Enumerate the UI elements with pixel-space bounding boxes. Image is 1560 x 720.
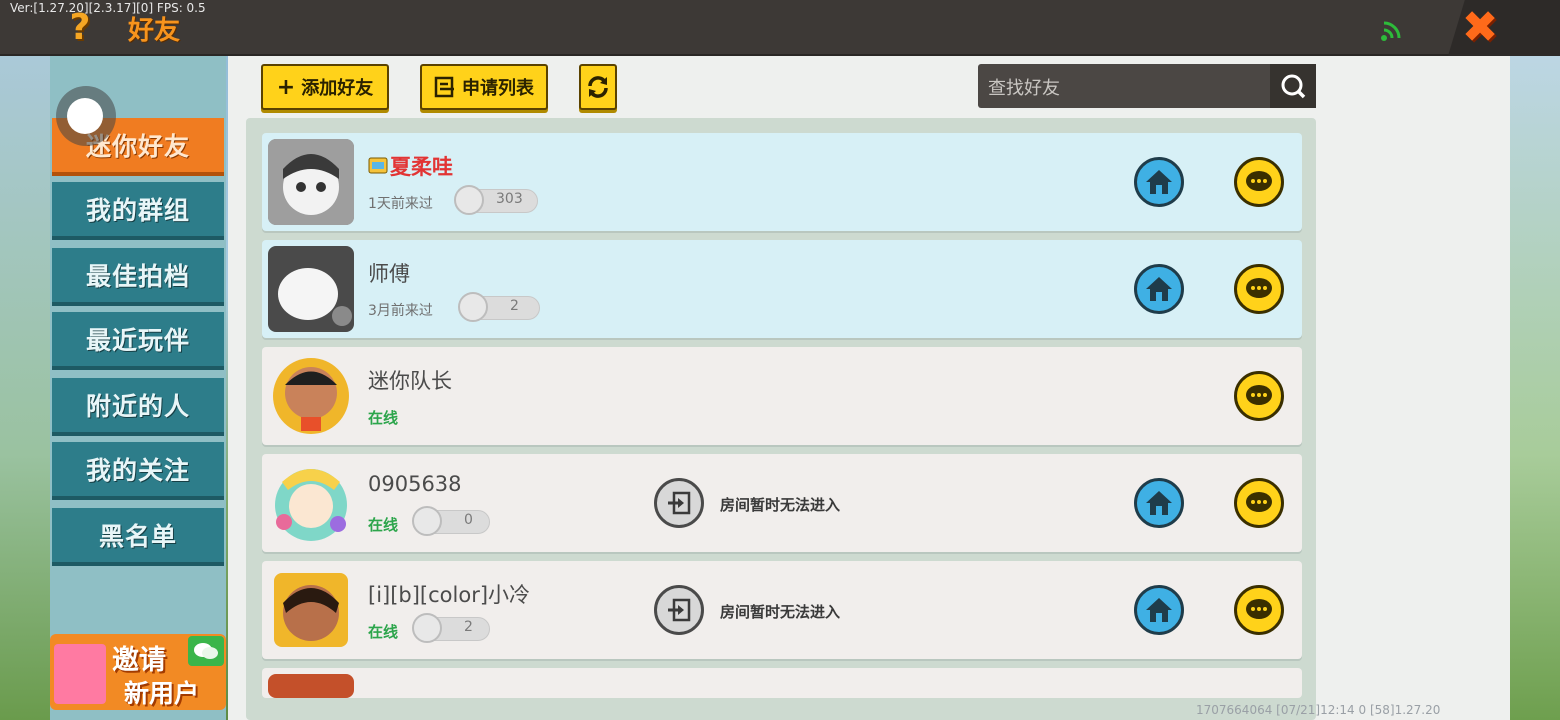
home-button[interactable] <box>1134 585 1184 635</box>
skull-badge-icon <box>454 185 484 215</box>
search-icon[interactable] <box>1270 64 1316 108</box>
sidebar-item-best-partners[interactable]: 最佳拍档 <box>52 248 224 306</box>
friend-name: 迷你队长 <box>368 369 452 393</box>
enter-room-button[interactable] <box>654 478 704 528</box>
page-title: 好友 <box>128 16 181 46</box>
gem-badge-icon <box>412 613 442 643</box>
room-status: 房间暂时无法进入 <box>720 603 841 621</box>
avatar[interactable] <box>268 460 354 546</box>
friend-row[interactable]: 师傅 3月前来过 2 <box>262 240 1302 338</box>
vip-badge-icon <box>368 157 388 174</box>
chat-icon <box>1246 171 1272 191</box>
friend-name: 师傅 <box>368 262 410 286</box>
gift-icon <box>54 644 106 704</box>
home-icon <box>1146 598 1172 622</box>
friend-row[interactable]: 迷你队长 在线 <box>262 347 1302 445</box>
top-bar: Ver:[1.27.20][2.3.17][0] FPS: 0.5 ? 好友 ✖ <box>0 0 1560 56</box>
sidebar-item-my-groups[interactable]: 我的群组 <box>52 182 224 240</box>
add-friend-button[interactable]: + 添加好友 <box>261 64 389 110</box>
refresh-button[interactable] <box>579 64 617 110</box>
chat-icon <box>1246 599 1272 619</box>
home-button[interactable] <box>1134 157 1184 207</box>
request-list-label: 申请列表 <box>462 78 534 99</box>
chat-button[interactable] <box>1234 264 1284 314</box>
count-value: 303 <box>496 191 523 207</box>
search-input[interactable]: 查找好友 <box>978 64 1316 108</box>
invite-label-line1: 邀请 <box>112 645 166 676</box>
friend-row[interactable]: [i][b][color]小冷 在线 2 房间暂时无法进入 <box>262 561 1302 659</box>
friend-row[interactable]: 0905638 在线 0 房间暂时无法进入 <box>262 454 1302 552</box>
avatar[interactable] <box>268 353 354 439</box>
floating-assist-button[interactable] <box>56 86 116 146</box>
friend-row[interactable]: 夏柔哇 1天前来过 303 <box>262 133 1302 231</box>
online-status: 在线 <box>368 516 399 534</box>
last-seen: 1天前来过 <box>368 196 433 212</box>
chat-button[interactable] <box>1234 371 1284 421</box>
avatar[interactable] <box>268 567 354 653</box>
gem-badge-icon <box>412 506 442 536</box>
help-icon[interactable]: ? <box>64 8 96 48</box>
plus-icon: + <box>276 74 296 100</box>
chat-icon <box>1246 385 1272 405</box>
home-button[interactable] <box>1134 264 1184 314</box>
count-value: 2 <box>464 619 473 635</box>
count-value: 2 <box>510 298 519 314</box>
avatar[interactable] <box>268 139 354 225</box>
signal-icon <box>1381 21 1401 41</box>
left-background <box>0 56 50 720</box>
chat-button[interactable] <box>1234 478 1284 528</box>
request-list-button[interactable]: 申请列表 <box>420 64 548 110</box>
online-status: 在线 <box>368 623 399 641</box>
refresh-icon <box>588 76 608 98</box>
close-icon[interactable]: ✖ <box>1458 6 1502 50</box>
search-placeholder: 查找好友 <box>988 78 1060 99</box>
friend-name: 0905638 <box>368 472 462 496</box>
invite-label-line2: 新用户 <box>124 679 200 708</box>
sidebar-item-following[interactable]: 我的关注 <box>52 442 224 500</box>
enter-room-icon <box>668 598 691 622</box>
enter-room-icon <box>668 491 691 515</box>
sidebar-item-nearby[interactable]: 附近的人 <box>52 378 224 436</box>
count-value: 0 <box>464 512 473 528</box>
wechat-icon <box>188 636 224 666</box>
home-icon <box>1146 277 1172 301</box>
avatar[interactable] <box>268 246 354 332</box>
last-seen: 3月前来过 <box>368 303 433 319</box>
badge-icon <box>458 292 488 322</box>
sidebar-item-blacklist[interactable]: 黑名单 <box>52 508 224 566</box>
enter-room-button[interactable] <box>654 585 704 635</box>
sidebar-item-recent-players[interactable]: 最近玩伴 <box>52 312 224 370</box>
online-status: 在线 <box>368 409 399 427</box>
add-friend-label: 添加好友 <box>301 78 374 99</box>
chat-button[interactable] <box>1234 585 1284 635</box>
friend-name: [i][b][color]小冷 <box>368 583 531 607</box>
debug-footer-text: 1707664064 [07/21]12:14 0 [58]1.27.20 <box>1196 703 1441 717</box>
avatar[interactable] <box>268 674 354 698</box>
list-icon <box>434 76 454 98</box>
chat-icon <box>1246 492 1272 512</box>
chat-icon <box>1246 278 1272 298</box>
home-button[interactable] <box>1134 478 1184 528</box>
friend-row[interactable] <box>262 668 1302 698</box>
home-icon <box>1146 491 1172 515</box>
chat-button[interactable] <box>1234 157 1284 207</box>
room-status: 房间暂时无法进入 <box>720 496 841 514</box>
right-background <box>1510 56 1560 720</box>
friend-name: 夏柔哇 <box>390 155 453 179</box>
home-icon <box>1146 170 1172 194</box>
